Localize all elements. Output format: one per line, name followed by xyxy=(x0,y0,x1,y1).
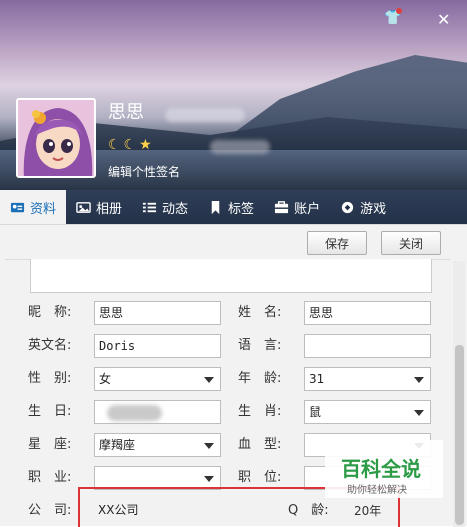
english-name-field[interactable]: Doris xyxy=(94,334,221,358)
language-field[interactable] xyxy=(304,334,431,358)
save-button[interactable]: 保存 xyxy=(307,231,367,255)
form-row: 性 别: 女 年 龄: 31 xyxy=(0,367,450,391)
surname-field[interactable]: 思思 xyxy=(304,301,431,325)
tab-album[interactable]: 相册 xyxy=(66,190,132,224)
language-label: 语 言: xyxy=(238,338,282,353)
form-row: 生 日: 生 肖: 鼠 xyxy=(0,400,450,424)
game-icon xyxy=(341,201,354,213)
feed-list-icon xyxy=(142,202,157,212)
toolbar: 保存 关闭 xyxy=(0,225,455,259)
tab-label: 标签 xyxy=(228,201,255,217)
bookmark-icon xyxy=(211,200,220,214)
photo-album-icon xyxy=(76,201,91,213)
tab-account[interactable]: 账户 xyxy=(264,190,330,224)
form-row: 昵 称: 思思 姓 名: 思思 xyxy=(0,301,450,325)
watermark-subtitle: 助你轻松解决 xyxy=(347,485,407,496)
redacted-account xyxy=(165,108,245,122)
tab-profile[interactable]: 资料 xyxy=(0,190,67,224)
zodiac-label: 生 肖: xyxy=(238,404,282,419)
profile-header: 👕 ✕ 思思 ☾☾★ 编辑个性签名 xyxy=(0,0,467,190)
level-icons: ☾☾★ xyxy=(108,137,155,153)
tab-games[interactable]: 游戏 xyxy=(330,190,396,224)
tab-label: 资料 xyxy=(30,201,57,217)
tab-bar: 资料 相册 动态 标签 账户 游戏 xyxy=(0,190,467,224)
occupation-label: 职 业: xyxy=(28,470,72,485)
avatar[interactable] xyxy=(16,98,96,178)
company-label: 公 司: xyxy=(28,503,72,518)
watermark-title: 百科全说 xyxy=(341,457,421,481)
edit-signature-link[interactable]: 编辑个性签名 xyxy=(108,163,180,180)
birthday-field[interactable] xyxy=(94,400,221,424)
nickname-label: 昵 称: xyxy=(28,305,72,320)
redacted-info xyxy=(210,140,270,154)
gender-select[interactable]: 女 xyxy=(94,367,221,391)
surname-label: 姓 名: xyxy=(238,305,282,320)
window-close-icon[interactable]: ✕ xyxy=(437,10,450,29)
nickname-field[interactable]: 思思 xyxy=(94,301,221,325)
star-sign-select[interactable]: 摩羯座 xyxy=(94,433,221,457)
tab-label: 动态 xyxy=(162,201,189,217)
nickname: 思思 xyxy=(108,102,144,123)
tab-feed[interactable]: 动态 xyxy=(132,190,198,224)
close-button[interactable]: 关闭 xyxy=(381,231,441,255)
birthday-label: 生 日: xyxy=(28,404,72,419)
blood-type-label: 血 型: xyxy=(238,437,282,452)
notification-dot xyxy=(396,8,402,14)
wallet-icon xyxy=(275,200,289,213)
star-sign-label: 星 座: xyxy=(28,437,72,452)
tab-tags[interactable]: 标签 xyxy=(198,190,264,224)
english-name-label: 英文名: xyxy=(28,338,72,353)
gender-label: 性 别: xyxy=(28,371,72,386)
tab-label: 相册 xyxy=(96,201,123,217)
tab-label: 账户 xyxy=(294,201,321,217)
zodiac-select[interactable]: 鼠 xyxy=(304,400,431,424)
form-row: 英文名: Doris 语 言: xyxy=(0,334,450,358)
profile-card-icon xyxy=(10,202,25,212)
redacted-birthday xyxy=(107,405,162,421)
age-select[interactable]: 31 xyxy=(304,367,431,391)
watermark: 百科全说 助你轻松解决 xyxy=(325,440,443,498)
scrollbar-thumb[interactable] xyxy=(455,345,464,525)
bio-textarea[interactable] xyxy=(30,259,432,293)
tab-label: 游戏 xyxy=(360,201,387,217)
age-label: 年 龄: xyxy=(238,371,282,386)
